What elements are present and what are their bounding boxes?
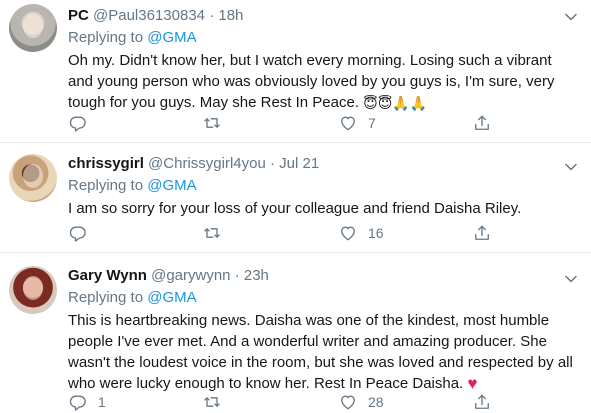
chevron-down-icon[interactable] [565,272,577,284]
mention-link[interactable]: @GMA [147,177,196,194]
display-name[interactable]: PC [68,7,89,24]
mention-link[interactable]: @GMA [147,29,196,46]
emoji-group: 😇😇🙏🙏 [363,95,428,111]
retweet-button[interactable] [202,112,232,134]
share-button[interactable] [472,112,492,134]
share-button[interactable] [472,391,492,413]
replying-prefix: Replying to [68,29,144,46]
tweet-card[interactable]: PC @Paul36130834 · 18h Replying to @GMA … [0,0,591,142]
share-button[interactable] [472,222,492,244]
display-name[interactable]: chrissygirl [68,155,144,172]
separator: · [209,7,215,24]
user-handle[interactable]: @Chrissygirl4you [148,155,266,172]
tweet-card[interactable]: Gary Wynn @garywynn · 23h Replying to @G… [0,252,591,413]
like-count: 7 [368,115,376,131]
reply-button[interactable] [68,112,98,134]
display-name[interactable]: Gary Wynn [68,267,147,284]
share-icon [475,115,489,130]
like-count: 16 [368,225,384,241]
reply-icon [69,116,86,132]
share-icon [475,225,489,240]
replying-prefix: Replying to [68,177,144,194]
tweet-actions: 1 28 [68,391,498,413]
separator: · [269,155,275,172]
avatar-face [23,164,43,188]
tweet-text: This is heartbreaking news. Daisha was o… [68,310,577,394]
like-count: 28 [368,394,384,410]
avatar[interactable] [9,266,57,314]
tweet-header: Gary Wynn @garywynn · 23h [68,266,577,286]
retweet-button[interactable] [202,222,232,244]
retweet-icon [204,397,220,407]
replying-to: Replying to @GMA [68,176,577,196]
replying-to: Replying to @GMA [68,288,577,308]
tweet-header: PC @Paul36130834 · 18h [68,6,577,26]
chevron-down-icon[interactable] [565,160,577,172]
tweet-body: Oh my. Didn't know her, but I watch ever… [68,52,555,111]
tweet-body: I am so sorry for your loss of your coll… [68,200,522,217]
chevron-down-icon[interactable] [565,10,577,22]
tweet-card[interactable]: chrissygirl @Chrissygirl4you · Jul 21 Re… [0,142,591,252]
timestamp[interactable]: 18h [218,7,243,24]
tweet-text: I am so sorry for your loss of your coll… [68,198,577,219]
separator: · [234,267,240,284]
heart-icon [341,116,355,131]
avatar[interactable] [9,154,57,202]
timestamp[interactable]: Jul 21 [279,155,319,172]
tweet-actions: 7 [68,112,498,134]
heart-icon [341,395,355,410]
replying-to: Replying to @GMA [68,28,577,48]
share-icon [475,394,489,409]
heart-icon [341,226,355,241]
tweet-content: PC @Paul36130834 · 18h Replying to @GMA … [68,6,577,114]
tweet-actions: 16 [68,222,498,244]
reply-icon [69,395,86,411]
like-button[interactable]: 28 [338,391,384,413]
user-handle[interactable]: @garywynn [151,267,230,284]
replying-prefix: Replying to [68,289,144,306]
like-button[interactable]: 7 [338,112,376,134]
tweet-text: Oh my. Didn't know her, but I watch ever… [68,50,577,114]
retweet-icon [204,118,220,128]
reply-count: 1 [98,394,106,410]
mention-link[interactable]: @GMA [147,289,196,306]
reply-button[interactable] [68,222,98,244]
tweet-body: This is heartbreaking news. Daisha was o… [68,312,573,392]
tweet-header: chrissygirl @Chrissygirl4you · Jul 21 [68,154,577,174]
retweet-icon [204,228,220,238]
reply-button[interactable]: 1 [68,391,106,413]
reply-icon [69,226,86,242]
timestamp[interactable]: 23h [244,267,269,284]
tweet-content: Gary Wynn @garywynn · 23h Replying to @G… [68,266,577,394]
avatar-face [23,276,43,300]
like-button[interactable]: 16 [338,222,384,244]
avatar-face [23,14,43,38]
user-handle[interactable]: @Paul36130834 [93,7,205,24]
avatar[interactable] [9,4,57,52]
retweet-button[interactable] [202,391,232,413]
tweet-content: chrissygirl @Chrissygirl4you · Jul 21 Re… [68,154,577,219]
